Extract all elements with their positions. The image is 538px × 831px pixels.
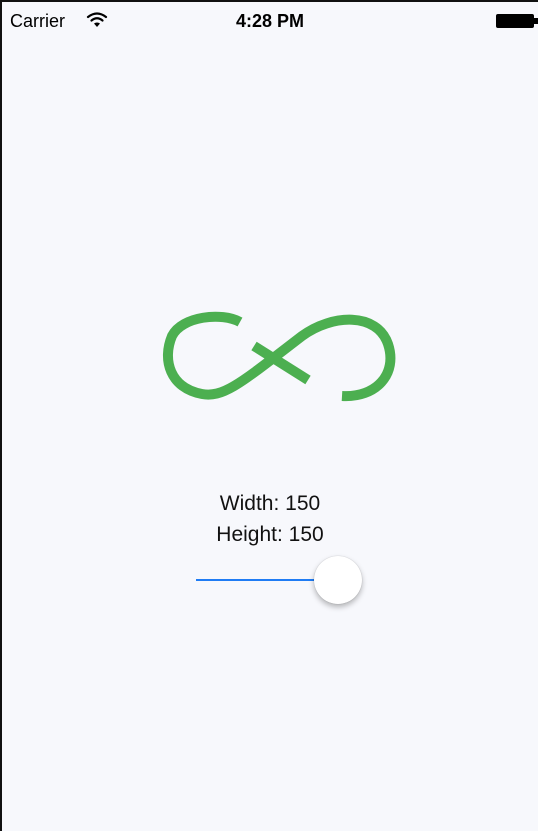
height-label: Height: 150 xyxy=(216,523,324,546)
status-bar: Carrier 4:28 PM xyxy=(2,2,538,36)
size-slider[interactable] xyxy=(196,554,364,606)
slider-min-track[interactable] xyxy=(196,579,320,581)
status-time: 4:28 PM xyxy=(235,11,305,31)
battery-icon xyxy=(496,14,538,28)
width-label: Width: 150 xyxy=(219,492,321,515)
infinity-logo-icon xyxy=(163,311,396,402)
size-readout: Width: 150 Height: 150 xyxy=(2,488,538,550)
slider-thumb[interactable] xyxy=(314,556,362,604)
app-screen: Carrier 4:28 PM Width: 150 Height: 150 xyxy=(0,0,538,831)
